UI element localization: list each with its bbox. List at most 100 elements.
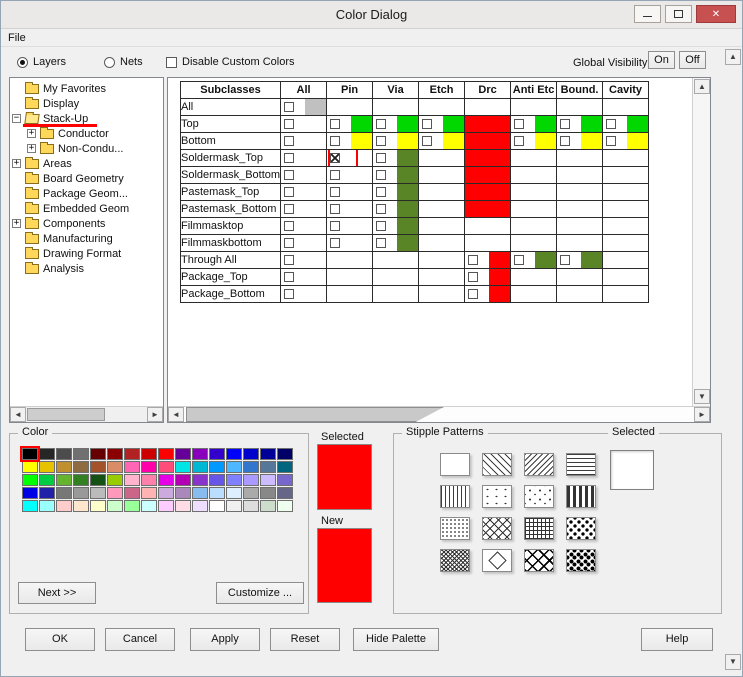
palette-swatch[interactable]	[124, 500, 140, 512]
layer-cell[interactable]	[373, 218, 419, 235]
palette-swatch[interactable]	[73, 461, 89, 473]
layer-cell[interactable]	[603, 133, 649, 150]
palette-swatch[interactable]	[175, 487, 191, 499]
visibility-checkbox[interactable]	[514, 255, 524, 265]
layer-cell[interactable]	[603, 99, 649, 116]
layer-cell[interactable]	[465, 269, 511, 286]
layer-cell[interactable]	[281, 184, 327, 201]
palette-swatch[interactable]	[277, 461, 293, 473]
palette-swatch[interactable]	[192, 487, 208, 499]
palette-swatch[interactable]	[260, 474, 276, 486]
visibility-checkbox[interactable]	[560, 255, 570, 265]
palette-swatch[interactable]	[158, 474, 174, 486]
layer-cell[interactable]	[373, 235, 419, 252]
layer-cell[interactable]	[465, 286, 511, 303]
visibility-checkbox[interactable]	[376, 204, 386, 214]
disable-custom-colors-checkbox[interactable]	[166, 57, 177, 68]
layer-cell[interactable]	[511, 235, 557, 252]
visibility-checkbox[interactable]	[376, 119, 386, 129]
visibility-checkbox[interactable]	[330, 204, 340, 214]
layer-cell[interactable]	[465, 150, 511, 167]
palette-swatch[interactable]	[56, 487, 72, 499]
layer-cell[interactable]	[511, 150, 557, 167]
ok-button[interactable]: OK	[25, 628, 95, 651]
palette-swatch[interactable]	[56, 500, 72, 512]
layer-cell[interactable]	[373, 286, 419, 303]
layer-cell[interactable]	[557, 184, 603, 201]
stipple-pattern-plus-dots[interactable]	[524, 485, 554, 508]
palette-swatch[interactable]	[141, 487, 157, 499]
stipple-pattern-solid[interactable]	[440, 453, 470, 476]
layer-cell[interactable]	[419, 133, 465, 150]
palette-swatch[interactable]	[175, 474, 191, 486]
visibility-checkbox[interactable]	[330, 136, 340, 146]
tree-item[interactable]: +Non-Condu...	[10, 141, 163, 156]
menu-file[interactable]: File	[1, 30, 33, 46]
palette-swatch[interactable]	[260, 487, 276, 499]
palette-swatch[interactable]	[22, 500, 38, 512]
tree-item[interactable]: Package Geom...	[10, 186, 163, 201]
color-chip[interactable]	[489, 252, 510, 268]
cancel-button[interactable]: Cancel	[105, 628, 175, 651]
layer-cell[interactable]	[327, 218, 373, 235]
visibility-checkbox[interactable]	[376, 238, 386, 248]
tree-item[interactable]: Board Geometry	[10, 171, 163, 186]
color-chip[interactable]	[581, 116, 602, 132]
layer-cell[interactable]	[327, 252, 373, 269]
layer-cell[interactable]	[557, 167, 603, 184]
stipple-pattern-v-lines[interactable]	[440, 485, 470, 508]
color-chip[interactable]	[443, 116, 464, 132]
palette-swatch[interactable]	[209, 487, 225, 499]
layer-cell[interactable]	[557, 235, 603, 252]
palette-swatch[interactable]	[277, 448, 293, 460]
layer-cell[interactable]	[327, 269, 373, 286]
layer-cell[interactable]	[511, 184, 557, 201]
palette-swatch[interactable]	[226, 487, 242, 499]
visibility-checkbox[interactable]	[330, 221, 340, 231]
layer-cell[interactable]	[419, 235, 465, 252]
palette-swatch[interactable]	[243, 474, 259, 486]
layer-cell[interactable]	[373, 133, 419, 150]
layer-cell[interactable]	[419, 116, 465, 133]
layer-cell[interactable]	[327, 99, 373, 116]
customize-button[interactable]: Customize ...	[216, 582, 304, 604]
scroll-left-icon[interactable]: ◄	[168, 407, 184, 422]
palette-swatch[interactable]	[192, 461, 208, 473]
layer-cell[interactable]	[603, 269, 649, 286]
layer-cell[interactable]	[327, 167, 373, 184]
palette-swatch[interactable]	[175, 448, 191, 460]
palette-swatch[interactable]	[243, 487, 259, 499]
color-chip[interactable]	[581, 133, 602, 149]
layer-cell[interactable]	[511, 167, 557, 184]
layer-cell[interactable]	[419, 218, 465, 235]
color-chip[interactable]	[351, 133, 372, 149]
layer-cell[interactable]	[557, 252, 603, 269]
layer-cell[interactable]	[373, 201, 419, 218]
tree-item[interactable]: Drawing Format	[10, 246, 163, 261]
global-visibility-off-button[interactable]: Off	[679, 51, 706, 69]
layer-cell[interactable]	[419, 184, 465, 201]
layer-cell[interactable]	[327, 150, 373, 167]
layer-cell[interactable]	[373, 167, 419, 184]
stipple-pattern-diag-dense[interactable]	[440, 549, 470, 572]
layer-cell[interactable]	[281, 269, 327, 286]
palette-swatch[interactable]	[39, 487, 55, 499]
palette-swatch[interactable]	[124, 474, 140, 486]
layer-cell[interactable]	[603, 150, 649, 167]
table-scroll-thumb[interactable]	[186, 407, 444, 422]
visibility-checkbox[interactable]	[284, 102, 294, 112]
layer-cell[interactable]	[327, 133, 373, 150]
minimize-button[interactable]	[634, 5, 661, 23]
layer-cell[interactable]	[327, 235, 373, 252]
color-chip[interactable]	[627, 116, 648, 132]
palette-swatch[interactable]	[73, 448, 89, 460]
color-chip[interactable]	[397, 150, 418, 166]
visibility-checkbox[interactable]	[284, 204, 294, 214]
visibility-checkbox[interactable]	[284, 238, 294, 248]
color-chip[interactable]	[397, 167, 418, 183]
visibility-checkbox[interactable]	[468, 255, 478, 265]
stipple-pattern-dots-sparse[interactable]	[482, 485, 512, 508]
layer-cell[interactable]	[511, 99, 557, 116]
tree-item[interactable]: −Stack-Up	[10, 111, 163, 126]
palette-swatch[interactable]	[277, 474, 293, 486]
